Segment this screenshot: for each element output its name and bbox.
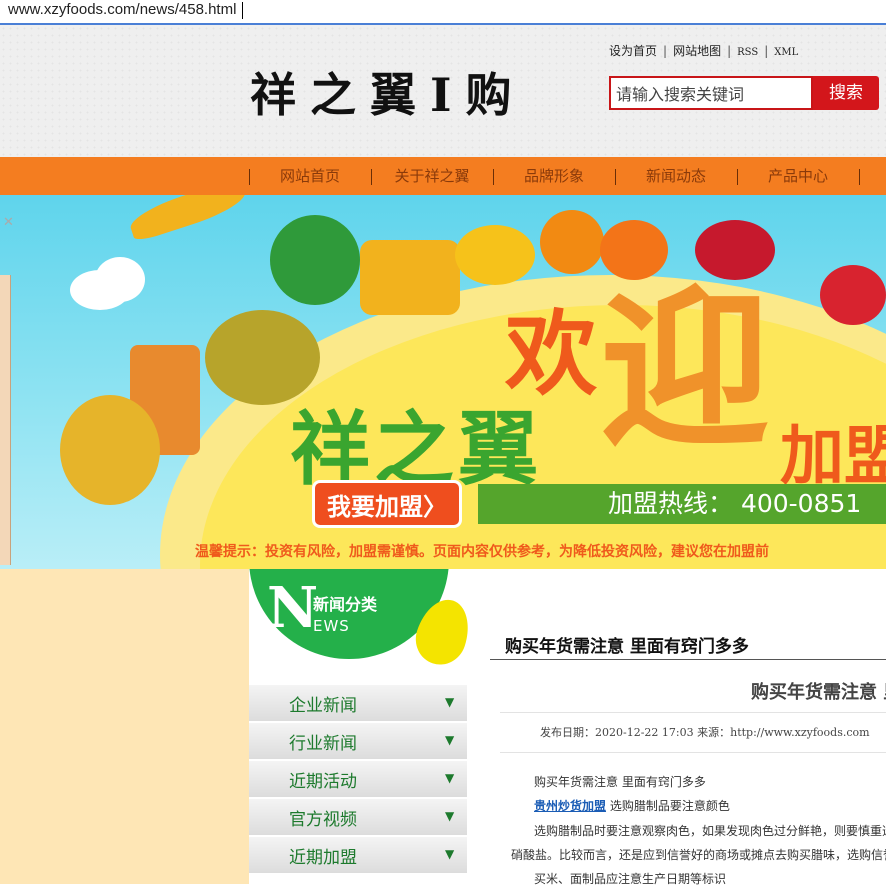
nav-item-home[interactable]: 网站首页 — [250, 157, 370, 195]
mango-whole-icon — [455, 225, 535, 285]
top-links: 设为首页 | 网站地图 | RSS | XML — [609, 42, 798, 59]
article-meta: 发布日期：2020-12-22 17:03 来源：http://www.xzyf… — [540, 726, 870, 739]
mango-icon — [360, 240, 460, 315]
cloud-shape — [95, 257, 145, 302]
article-paragraph: 硝酸盐。比较而言，还是应到信誉好的商场或摊点去购买腊味，选购信誉 — [511, 848, 886, 862]
chevron-down-icon: ▼ — [445, 847, 455, 861]
nav-separator — [859, 169, 860, 185]
text-caret — [242, 2, 243, 19]
nav-item-products[interactable]: 产品中心 — [738, 157, 858, 195]
pineapple-icon — [60, 395, 160, 505]
chevron-down-icon: ▼ — [445, 809, 455, 823]
category-label: 近期加盟 — [289, 848, 357, 868]
divider — [500, 712, 886, 713]
join-button[interactable]: 我要加盟〉 — [312, 480, 462, 528]
category-item[interactable]: 近期活动 ▼ — [249, 761, 467, 799]
article-title: 购买年货需注意 里 — [751, 682, 886, 703]
search-input[interactable] — [614, 79, 814, 109]
category-label: 行业新闻 — [289, 734, 357, 754]
nav-item-brand[interactable]: 品牌形象 — [494, 157, 614, 195]
side-blank-panel — [0, 569, 249, 884]
article-section-title: 购买年货需注意 里面有窍门多多 — [505, 637, 749, 657]
article-paragraph-text: 选购腊制品要注意颜色 — [606, 799, 730, 813]
link-separator: | — [727, 44, 732, 58]
category-item[interactable]: 近期加盟 ▼ — [249, 837, 467, 875]
nav-item-news[interactable]: 新闻动态 — [616, 157, 736, 195]
category-label: 企业新闻 — [289, 696, 357, 716]
xml-link[interactable]: XML — [774, 47, 798, 58]
article-paragraph: 贵州炒货加盟 选购腊制品要注意颜色 — [534, 797, 730, 814]
link-separator: | — [663, 44, 668, 58]
site-logo[interactable]: 祥之翼I购 — [250, 59, 526, 125]
category-item[interactable]: 行业新闻 ▼ — [249, 723, 467, 761]
palm-leaf-icon — [270, 215, 360, 305]
chevron-down-icon: ▼ — [445, 733, 455, 747]
article-paragraph: 选购腊制品时要注意观察肉色，如果发现肉色过分鲜艳，则要慎重选 — [534, 824, 886, 838]
orange-icon — [540, 210, 604, 274]
side-float-panel[interactable] — [0, 275, 11, 565]
hero-banner[interactable]: ✕ 欢 迎 祥之翼 加盟 加盟热线： 400-0851 我要加盟〉 温馨提示：投… — [0, 195, 886, 569]
franchise-link[interactable]: 贵州炒货加盟 — [534, 799, 606, 813]
hotline-bar: 加盟热线： 400-0851 — [478, 484, 886, 524]
badge-subtitle: EWS — [313, 617, 350, 635]
link-separator: | — [764, 44, 769, 58]
article-paragraph: 买米、面制品应注意生产日期等标识 — [534, 872, 727, 886]
search-box — [609, 76, 814, 110]
airplane-icon — [126, 195, 250, 243]
nav-item-about[interactable]: 关于祥之翼 — [372, 157, 492, 195]
chevron-down-icon: ▼ — [445, 695, 455, 709]
category-label: 官方视频 — [289, 810, 357, 830]
chevron-down-icon: ▼ — [445, 771, 455, 785]
url-text[interactable]: www.xzyfoods.com/news/458.html — [8, 1, 236, 18]
risk-tip: 温馨提示：投资有风险，加盟需谨慎。页面内容仅供参考，为降低投资风险，建议您在加盟… — [195, 544, 769, 560]
divider — [500, 752, 886, 753]
site-header: 祥之翼I购 设为首页 | 网站地图 | RSS | XML 搜索 — [0, 25, 886, 157]
article-paragraph: 购买年货需注意 里面有窍门多多 — [534, 775, 706, 789]
badge-letter: N — [267, 575, 319, 641]
badge-title: 新闻分类 — [313, 595, 378, 614]
category-item[interactable]: 企业新闻 ▼ — [249, 685, 467, 723]
divider — [490, 659, 886, 660]
category-label: 近期活动 — [289, 772, 357, 792]
sitemap-link[interactable]: 网站地图 — [673, 42, 721, 59]
rss-link[interactable]: RSS — [737, 47, 758, 58]
set-homepage-link[interactable]: 设为首页 — [609, 42, 657, 59]
address-bar[interactable]: www.xzyfoods.com/news/458.html — [0, 0, 886, 25]
strawberry-icon — [820, 265, 886, 325]
search-button[interactable]: 搜索 — [813, 76, 879, 110]
welcome-text-2: 迎 — [600, 270, 771, 470]
category-item[interactable]: 官方视频 ▼ — [249, 799, 467, 837]
close-icon[interactable]: ✕ — [3, 215, 14, 230]
main-nav: 网站首页 关于祥之翼 品牌形象 新闻动态 产品中心 — [0, 157, 886, 195]
